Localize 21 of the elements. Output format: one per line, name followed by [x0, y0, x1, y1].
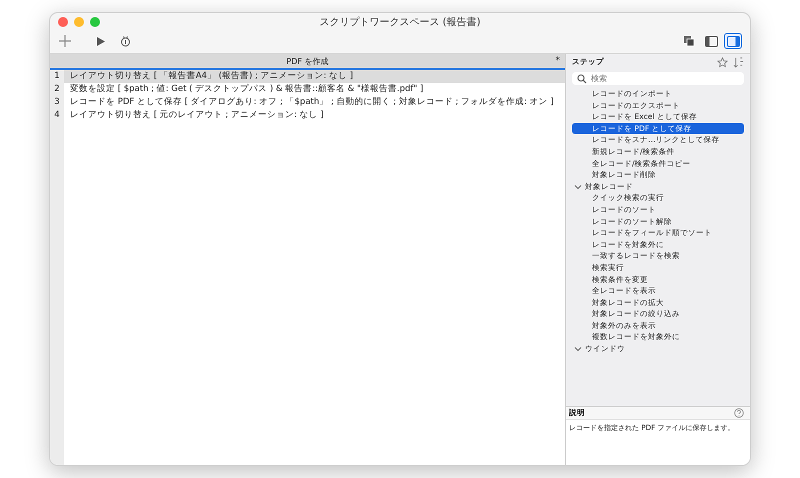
- script-tab[interactable]: PDF を作成 *: [50, 54, 565, 70]
- script-line[interactable]: 変数を設定 [ $path ; 値: Get ( デスクトップパス ) & 報告書::顧客名 & "様報告書.pdf" ]: [64, 83, 565, 96]
- window-title: スクリプトワークスペース (報告書): [318, 16, 482, 29]
- script-line[interactable]: レイアウト切り替え [ 元のレイアウト ; アニメーション: なし ]: [64, 109, 565, 122]
- add-icon[interactable]: [58, 34, 72, 48]
- search-field[interactable]: 検索: [572, 72, 744, 85]
- modified-mark: *: [556, 56, 560, 66]
- script-line[interactable]: レコードを PDF として保存 [ ダイアログあり: オフ ; 「$path」 ; 自動的に開く ; 対象レコード ; フォルダを作成: オン ]: [64, 96, 565, 109]
- left-panel-button[interactable]: [702, 33, 720, 49]
- sort-icon[interactable]: [733, 56, 744, 68]
- line-number: 3: [53, 96, 61, 109]
- search-icon: [577, 74, 587, 84]
- help-icon[interactable]: [734, 408, 744, 418]
- play-icon[interactable]: [96, 36, 106, 46]
- right-panel-button[interactable]: [724, 33, 742, 49]
- star-icon[interactable]: [717, 56, 728, 68]
- line-number: 2: [53, 83, 61, 96]
- line-number: 1: [53, 70, 61, 83]
- line-number: 4: [53, 109, 61, 122]
- close-button[interactable]: [58, 17, 68, 27]
- zoom-button[interactable]: [90, 17, 100, 27]
